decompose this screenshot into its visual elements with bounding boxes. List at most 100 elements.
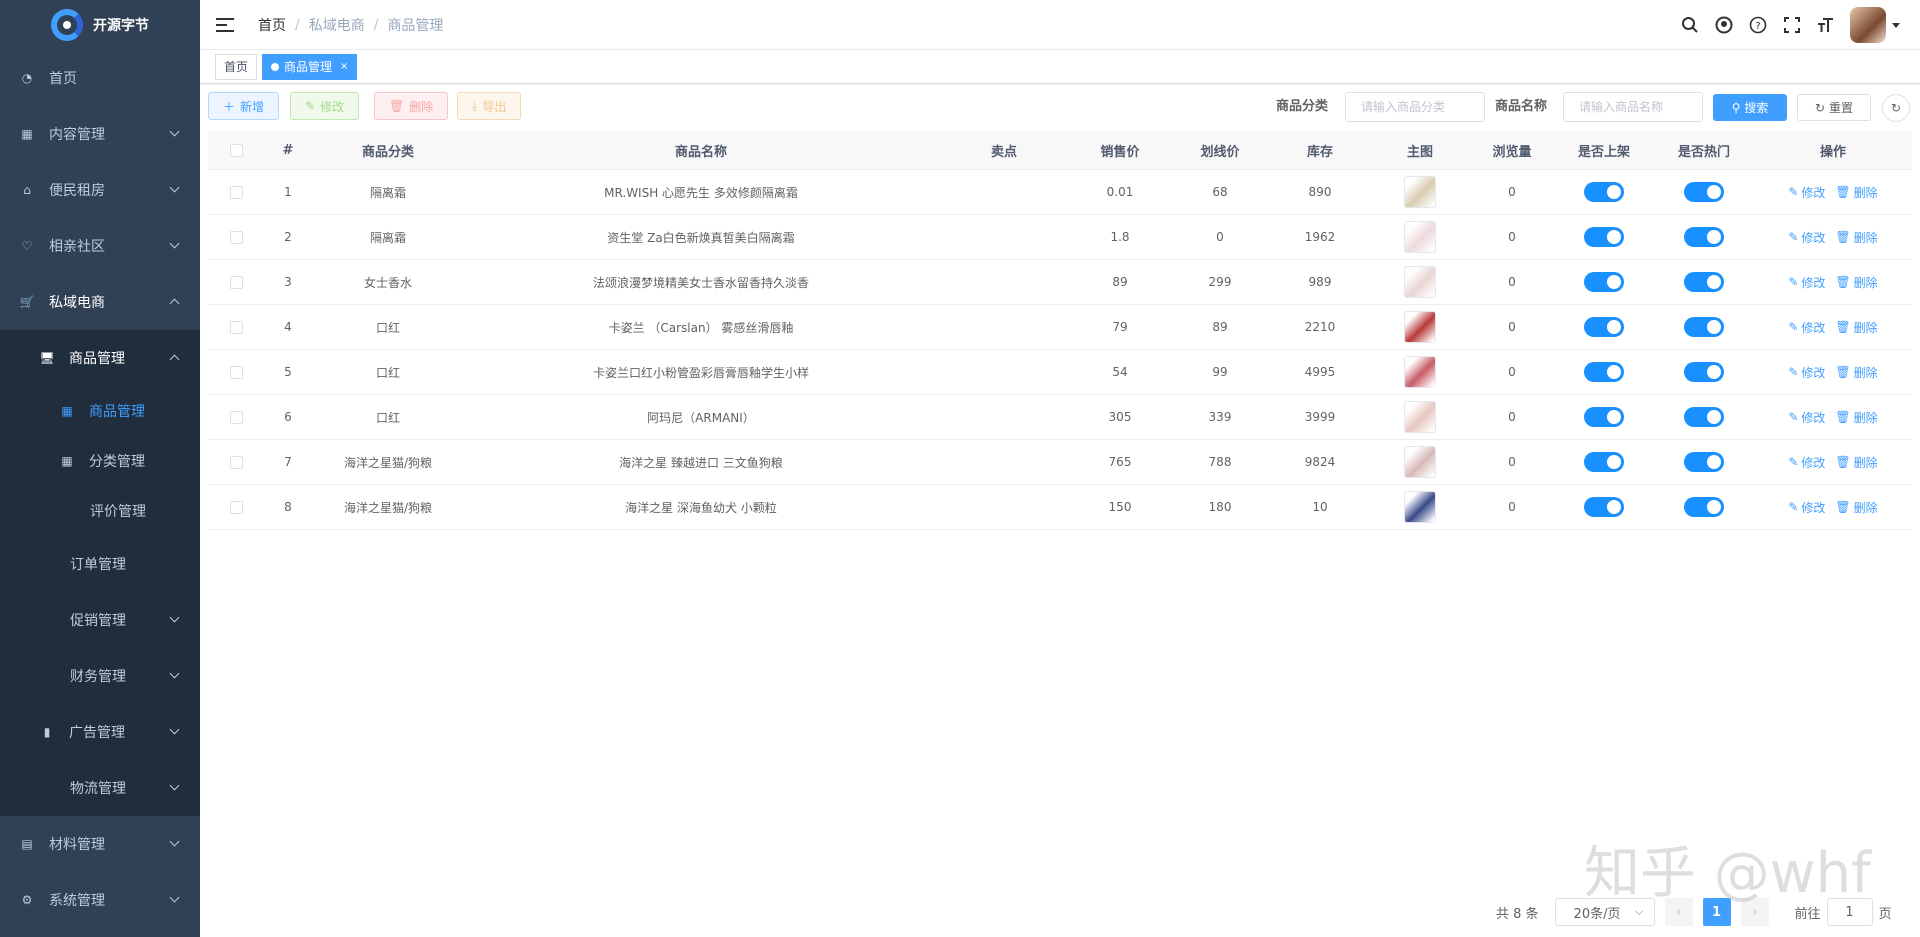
- row-delete-button[interactable]: 🗑 删除: [1835, 454, 1877, 471]
- github-icon[interactable]: [1714, 15, 1734, 35]
- row-name: 海洋之星 深海鱼幼犬 小颗粒: [625, 500, 777, 515]
- row-delete-button[interactable]: 🗑 删除: [1835, 364, 1877, 381]
- sidebar-item-promo[interactable]: 促销管理: [0, 592, 200, 648]
- row-checkbox[interactable]: [229, 275, 243, 289]
- row-delete-button[interactable]: 🗑 删除: [1835, 319, 1877, 336]
- row-edit-button[interactable]: ✎ 修改: [1788, 184, 1825, 201]
- tag-home[interactable]: 首页: [215, 53, 258, 80]
- row-category: 女士香水: [363, 275, 412, 290]
- row-checkbox[interactable]: [229, 230, 243, 244]
- sidebar-item-review[interactable]: 评价管理: [0, 486, 200, 536]
- refresh-table-button[interactable]: ↻: [1882, 94, 1910, 122]
- sidebar-item-system[interactable]: ⚙ 系统管理: [0, 872, 200, 928]
- breadcrumb-home[interactable]: 首页: [258, 15, 286, 35]
- hot-switch[interactable]: [1684, 497, 1724, 517]
- select-all-checkbox[interactable]: [229, 143, 243, 157]
- hot-switch[interactable]: [1684, 362, 1724, 382]
- font-size-icon[interactable]: [1816, 15, 1836, 35]
- row-edit-button[interactable]: ✎ 修改: [1788, 319, 1825, 336]
- row-select-cell: [208, 305, 264, 349]
- on-sale-switch[interactable]: [1584, 362, 1624, 382]
- on-sale-switch[interactable]: [1584, 452, 1624, 472]
- sidebar-item-goods-list[interactable]: ▦ 商品管理: [0, 386, 200, 436]
- row-checkbox[interactable]: [229, 410, 243, 424]
- name-input[interactable]: 请输入商品名称: [1563, 92, 1703, 122]
- row-delete-button[interactable]: 🗑 删除: [1835, 184, 1877, 201]
- sidebar-item-goods[interactable]: 🖥 商品管理: [0, 330, 200, 386]
- sidebar-item-logistics[interactable]: 物流管理: [0, 760, 200, 816]
- row-edit-button[interactable]: ✎ 修改: [1788, 364, 1825, 381]
- row-edit-button[interactable]: ✎ 修改: [1788, 499, 1825, 516]
- on-sale-switch[interactable]: [1584, 182, 1624, 202]
- product-thumbnail[interactable]: [1404, 446, 1436, 478]
- on-sale-switch[interactable]: [1584, 272, 1624, 292]
- page-unit-label: 页: [1878, 906, 1892, 922]
- sidebar-item-finance[interactable]: 财务管理: [0, 648, 200, 704]
- fullscreen-icon[interactable]: [1782, 15, 1802, 35]
- logo[interactable]: 开源字节: [0, 0, 200, 50]
- edit-button[interactable]: ✎ 修改: [290, 92, 360, 120]
- product-thumbnail[interactable]: [1404, 221, 1436, 253]
- dashboard-icon: ◔: [21, 71, 33, 85]
- hot-switch[interactable]: [1684, 317, 1724, 337]
- row-checkbox[interactable]: [229, 500, 243, 514]
- search-button[interactable]: ⚲ 搜索: [1713, 94, 1787, 121]
- tag-goods[interactable]: 商品管理 ×: [262, 53, 358, 80]
- help-icon[interactable]: ?: [1748, 15, 1768, 35]
- row-edit-button[interactable]: ✎ 修改: [1788, 409, 1825, 426]
- product-thumbnail[interactable]: [1404, 266, 1436, 298]
- row-checkbox[interactable]: [229, 455, 243, 469]
- row-edit-button[interactable]: ✎ 修改: [1788, 454, 1825, 471]
- on-sale-switch[interactable]: [1584, 497, 1624, 517]
- sidebar-item-category[interactable]: ▦ 分类管理: [0, 436, 200, 486]
- hot-switch[interactable]: [1684, 452, 1724, 472]
- row-selling-point: [938, 305, 1070, 349]
- sidebar-item-ecommerce[interactable]: 🛒 私域电商: [0, 274, 200, 330]
- sidebar-item-ads[interactable]: ▮ 广告管理: [0, 704, 200, 760]
- row-edit-button[interactable]: ✎ 修改: [1788, 229, 1825, 246]
- sidebar-item-rental[interactable]: ⌂ 便民租房: [0, 162, 200, 218]
- hot-switch[interactable]: [1684, 407, 1724, 427]
- product-thumbnail[interactable]: [1404, 491, 1436, 523]
- sidebar-item-dating[interactable]: ♡ 相亲社区: [0, 218, 200, 274]
- on-sale-switch[interactable]: [1584, 227, 1624, 247]
- edit-icon: ✎: [1788, 230, 1799, 244]
- add-button[interactable]: ＋ 新增: [208, 92, 280, 120]
- heart-icon: ♡: [21, 239, 33, 253]
- sidebar-item-home[interactable]: ◔ 首页: [0, 50, 200, 106]
- search-icon[interactable]: [1680, 15, 1700, 35]
- on-sale-switch[interactable]: [1584, 407, 1624, 427]
- hot-switch[interactable]: [1684, 182, 1724, 202]
- row-checkbox[interactable]: [229, 320, 243, 334]
- table-icon: ▦: [61, 404, 73, 418]
- product-thumbnail[interactable]: [1404, 311, 1436, 343]
- sidebar-item-content[interactable]: ▦ 内容管理: [0, 106, 200, 162]
- caret-down-icon[interactable]: [1892, 22, 1900, 28]
- product-thumbnail[interactable]: [1404, 356, 1436, 388]
- category-input[interactable]: 请输入商品分类: [1345, 92, 1485, 122]
- row-delete-button[interactable]: 🗑 删除: [1835, 229, 1877, 246]
- export-button[interactable]: ⤓ 导出: [457, 92, 522, 120]
- product-thumbnail[interactable]: [1404, 176, 1436, 208]
- hamburger-icon[interactable]: [216, 17, 234, 32]
- sidebar-item-order[interactable]: 订单管理: [0, 536, 200, 592]
- avatar[interactable]: [1850, 7, 1886, 43]
- row-delete-button[interactable]: 🗑 删除: [1835, 274, 1877, 291]
- reset-button[interactable]: ↻ 重置: [1797, 94, 1871, 121]
- sidebar-item-label: 内容管理: [49, 127, 105, 143]
- hot-switch[interactable]: [1684, 272, 1724, 292]
- row-edit-button[interactable]: ✎ 修改: [1788, 274, 1825, 291]
- delete-button[interactable]: 🗑 删除: [374, 92, 449, 120]
- sidebar-item-material[interactable]: ▤ 材料管理: [0, 816, 200, 872]
- close-icon[interactable]: ×: [340, 61, 348, 72]
- row-category: 隔离霜: [369, 185, 406, 200]
- row-delete-button[interactable]: 🗑 删除: [1835, 499, 1877, 516]
- row-delete-button[interactable]: 🗑 删除: [1835, 409, 1877, 426]
- hot-switch[interactable]: [1684, 227, 1724, 247]
- row-views: 0: [1508, 230, 1516, 244]
- row-checkbox[interactable]: [229, 365, 243, 379]
- row-price: 765: [1108, 455, 1132, 469]
- row-checkbox[interactable]: [229, 185, 243, 199]
- on-sale-switch[interactable]: [1584, 317, 1624, 337]
- product-thumbnail[interactable]: [1404, 401, 1436, 433]
